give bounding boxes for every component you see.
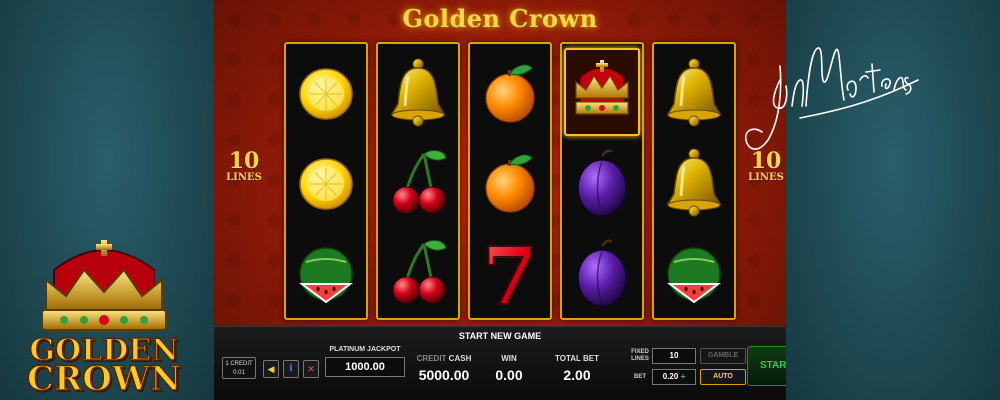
lines-text: LINES (748, 172, 784, 183)
win-label: WIN (501, 354, 517, 363)
back-arrow-button[interactable]: ◀ (263, 360, 279, 378)
reel-5 (652, 42, 736, 320)
cash-label: CREDIT CASH (414, 354, 474, 363)
lines-indicator-left: 10 LINES (224, 150, 264, 184)
bell-icon (656, 48, 732, 136)
gamble-button[interactable]: GAMBLE (700, 348, 746, 364)
lemon-icon (288, 138, 364, 226)
bet-plus-icon[interactable]: + (681, 372, 686, 381)
win-value: 0.00 (495, 367, 523, 383)
watermelon-icon (656, 228, 732, 316)
lines-count: 10 (228, 148, 260, 174)
cherry-icon (380, 228, 456, 316)
total-bet-label: TOTAL BET (555, 354, 599, 363)
status-message: START NEW GAME (458, 331, 542, 341)
auto-button[interactable]: AUTO (700, 369, 746, 385)
logo-text-crown: CROWN (26, 359, 182, 399)
credit-label-dim: CREDIT (416, 354, 447, 363)
total-bet-value: 2.00 (563, 367, 591, 383)
credit-value-label: 1 CREDIT (225, 361, 253, 367)
sound-off-button[interactable]: ✕ (303, 360, 319, 378)
reel-3: 7 (468, 42, 552, 320)
cherry-icon (380, 138, 456, 226)
cash-label-text: CASH (448, 354, 472, 363)
game-title: Golden Crown (402, 4, 598, 33)
start-button[interactable]: START (747, 346, 786, 386)
reel-2 (376, 42, 460, 320)
reel-4 (560, 42, 644, 320)
fixed-lines-value: 10 (652, 348, 696, 364)
seven-glyph: 7 (482, 232, 538, 312)
lines-text: LINES (226, 172, 262, 183)
seven-icon: 7 (472, 228, 548, 316)
plum-icon (564, 228, 640, 316)
bet-selector[interactable]: 0.20 + (652, 369, 696, 385)
credit-value-button[interactable]: 1 CREDIT 0.01 (222, 357, 256, 379)
orange-icon (472, 138, 548, 226)
watermelon-icon (288, 228, 364, 316)
bet-value: 0.20 (662, 372, 679, 381)
plum-icon (564, 138, 640, 226)
info-button[interactable]: i (283, 360, 299, 378)
slot-game-window: Golden Crown 10 LINES 10 LINES 7 START N… (214, 0, 786, 400)
bell-icon (656, 138, 732, 226)
seven-glyph-svg: 7 (481, 232, 539, 312)
credit-value-amount: 0.01 (233, 370, 245, 376)
signature-image (744, 47, 919, 150)
orange-icon (472, 48, 548, 136)
jackpot-value: 1000.00 (325, 357, 405, 377)
jackpot-label: PLATINUM JACKPOT (329, 346, 401, 353)
reel-1 (284, 42, 368, 320)
lemon-icon (288, 48, 364, 136)
cash-value: 5000.00 (418, 367, 470, 383)
game-logo: GOLDEN CROWN (14, 240, 194, 399)
bell-icon (380, 48, 456, 136)
crown-icon (564, 48, 640, 136)
